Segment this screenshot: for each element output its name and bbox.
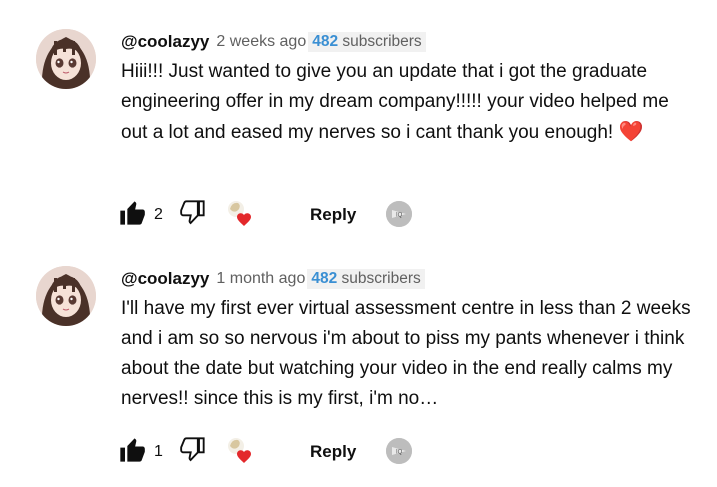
subscribers-label: subscribers bbox=[341, 270, 421, 287]
like-count: 1 bbox=[154, 443, 163, 460]
comment-header: @coolazyy 1 month ago 482 subscribers bbox=[121, 268, 425, 290]
dislike-icon[interactable] bbox=[178, 199, 206, 232]
subscribers-count: 482 bbox=[311, 270, 338, 287]
subscribers-badge: 482 subscribers bbox=[307, 269, 425, 289]
like-count: 2 bbox=[154, 206, 163, 223]
badge-text: IQ bbox=[396, 450, 403, 456]
comment-actions: 1 bbox=[118, 436, 256, 469]
comment-text: Hiii!!! Just wanted to give you an updat… bbox=[121, 57, 691, 148]
badge-text: IQ bbox=[396, 213, 403, 219]
dislike-icon[interactable] bbox=[178, 436, 206, 469]
comment-1: @coolazyy 2 weeks ago 482 subscribers Hi… bbox=[0, 29, 717, 241]
like-icon[interactable] bbox=[118, 199, 146, 232]
timestamp[interactable]: 2 weeks ago bbox=[216, 33, 306, 51]
comment-header: @coolazyy 2 weeks ago 482 subscribers bbox=[121, 31, 426, 53]
subscribers-label: subscribers bbox=[342, 33, 422, 50]
avatar-anime-girl-icon bbox=[36, 266, 96, 326]
comment-text: I'll have my first ever virtual assessme… bbox=[121, 294, 691, 414]
author-name[interactable]: @coolazyy bbox=[121, 269, 209, 289]
comment-actions: 2 bbox=[118, 199, 256, 232]
timestamp[interactable]: 1 month ago bbox=[216, 270, 305, 288]
subscribers-count: 482 bbox=[312, 33, 339, 50]
reply-button[interactable]: Reply bbox=[310, 205, 356, 225]
creator-heart-icon bbox=[224, 197, 256, 234]
creator-heart-icon bbox=[224, 434, 256, 471]
heart-emoji: ❤️ bbox=[618, 121, 644, 143]
subscribers-badge: 482 subscribers bbox=[308, 32, 426, 52]
author-name[interactable]: @coolazyy bbox=[121, 32, 209, 52]
channel-badge-icon[interactable]: IQ bbox=[386, 201, 412, 227]
avatar[interactable] bbox=[36, 29, 96, 89]
like-icon[interactable] bbox=[118, 436, 146, 469]
channel-badge-icon[interactable]: IQ bbox=[386, 438, 412, 464]
comment-body: Hiii!!! Just wanted to give you an updat… bbox=[121, 61, 669, 143]
comment-body: I'll have my first ever virtual assessme… bbox=[121, 298, 691, 409]
reply-button[interactable]: Reply bbox=[310, 442, 356, 462]
comment-2: @coolazyy 1 month ago 482 subscribers I'… bbox=[0, 266, 717, 478]
avatar-anime-girl-icon bbox=[36, 29, 96, 89]
avatar[interactable] bbox=[36, 266, 96, 326]
